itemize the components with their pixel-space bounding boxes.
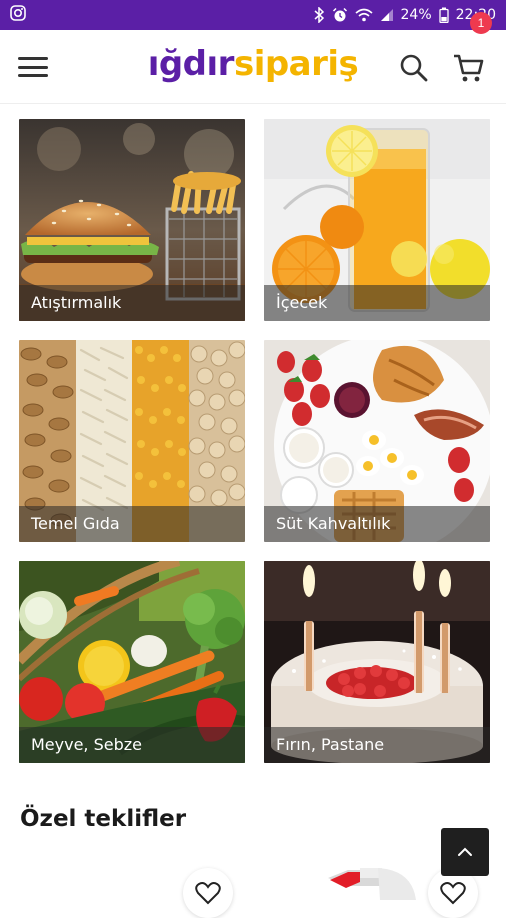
heart-icon	[195, 882, 221, 905]
heart-icon	[440, 882, 466, 905]
category-tile-firin-pastane[interactable]: Fırın, Pastane	[264, 561, 490, 763]
wifi-icon	[354, 7, 373, 23]
brand-logo[interactable]: ığdırsipariş	[0, 44, 506, 84]
category-tile-temel-gida[interactable]: Temel Gıda	[19, 340, 245, 542]
category-label: Temel Gıda	[19, 506, 245, 542]
bluetooth-icon	[313, 7, 325, 23]
favorite-button[interactable]	[183, 868, 233, 918]
spray-bottle-product-image[interactable]	[320, 860, 420, 900]
category-tile-meyve-sebze[interactable]: Meyve, Sebze	[19, 561, 245, 763]
alarm-icon	[332, 7, 348, 23]
scroll-to-top-button[interactable]	[441, 828, 489, 876]
category-tile-sut-kahvaltilik[interactable]: Süt Kahvaltılık	[264, 340, 490, 542]
signal-icon	[380, 8, 394, 22]
category-label: İçecek	[264, 285, 490, 321]
category-label: Süt Kahvaltılık	[264, 506, 490, 542]
status-right: 24% 22:20	[313, 7, 496, 23]
chevron-up-icon	[458, 847, 472, 856]
instagram-icon	[10, 5, 26, 25]
special-offers-title: Özel teklifler	[20, 806, 187, 832]
category-label: Atıştırmalık	[19, 285, 245, 321]
cart-count-badge[interactable]: 1	[470, 12, 492, 34]
status-left	[10, 5, 26, 25]
app-header: ığdırsipariş	[0, 30, 506, 104]
category-label: Meyve, Sebze	[19, 727, 245, 763]
logo-part-1: ığdır	[147, 44, 235, 84]
category-tile-icecek[interactable]: İçecek	[264, 119, 490, 321]
cart-button[interactable]	[452, 52, 486, 84]
cart-icon	[454, 54, 484, 82]
status-bar: 24% 22:20	[0, 0, 506, 30]
search-icon	[400, 54, 428, 82]
category-tile-atistirmalik[interactable]: Atıştırmalık	[19, 119, 245, 321]
battery-percent: 24%	[400, 7, 432, 23]
category-label: Fırın, Pastane	[264, 727, 490, 763]
search-button[interactable]	[398, 52, 430, 84]
battery-icon	[438, 7, 449, 23]
logo-part-2: sipariş	[233, 44, 359, 84]
